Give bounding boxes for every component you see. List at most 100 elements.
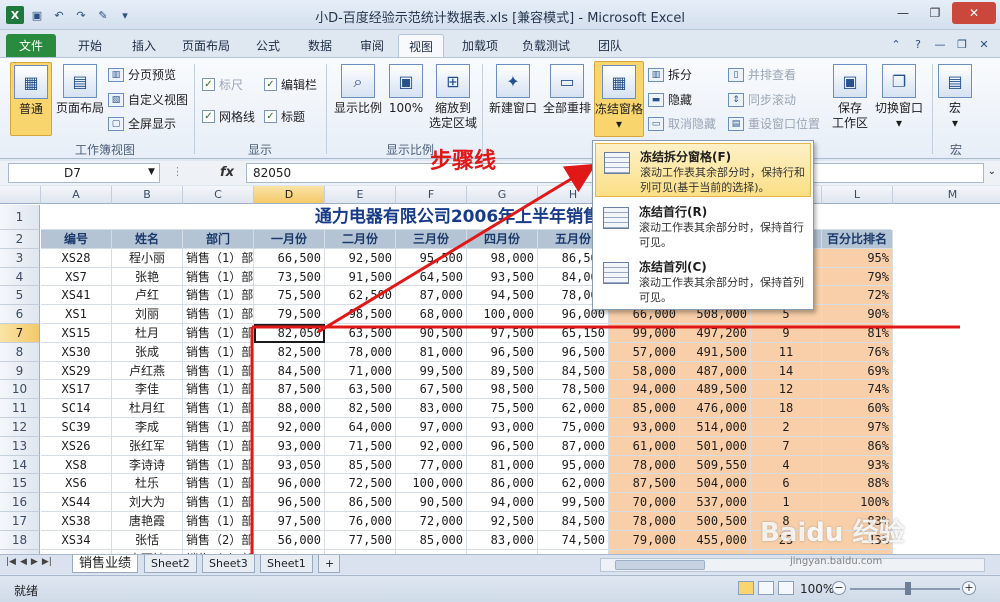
row-header-14[interactable]: 14 (0, 455, 40, 475)
next-sheet-icon[interactable]: ▶ (31, 557, 38, 567)
cell-i12[interactable]: 93,000 (609, 418, 680, 437)
cell-l16[interactable]: 100% (822, 493, 893, 512)
cell-a7[interactable]: XS15 (41, 324, 112, 343)
cell-l6[interactable]: 90% (822, 305, 893, 324)
cell-f12[interactable]: 97,000 (396, 418, 467, 437)
switch-windows-button[interactable]: ❐ 切换窗口 ▾ (872, 64, 926, 131)
cell-h7[interactable]: 65,150 (538, 324, 609, 343)
cell-g15[interactable]: 86,000 (467, 474, 538, 494)
cell-a10[interactable]: XS17 (41, 380, 112, 400)
cell-h13[interactable]: 87,000 (538, 436, 609, 456)
cell-g16[interactable]: 94,000 (467, 493, 538, 512)
cell-b16[interactable]: 刘大为 (112, 493, 183, 512)
cell-f18[interactable]: 85,000 (396, 530, 467, 550)
row-header-18[interactable]: 18 (0, 530, 40, 550)
tab-view[interactable]: 视图 (398, 34, 445, 58)
sheet-tab-sheet1[interactable]: Sheet1 (260, 555, 313, 573)
page-break-status-icon[interactable] (778, 581, 794, 595)
cell-d6[interactable]: 79,500 (254, 305, 325, 324)
cell-f8[interactable]: 81,000 (396, 342, 467, 362)
cell-b3[interactable]: 程小丽 (112, 248, 183, 268)
cell-l8[interactable]: 76% (822, 342, 893, 362)
cell-f9[interactable]: 99,500 (396, 361, 467, 381)
page-break-preview-button[interactable]: ▥ 分页预览 (108, 66, 176, 83)
tab-load-test[interactable]: 负载测试 (512, 34, 580, 58)
cell-l5[interactable]: 72% (822, 286, 893, 306)
cell-e16[interactable]: 86,500 (325, 493, 396, 512)
cell-c3[interactable]: 销售（1）部 (183, 248, 254, 268)
close-icon[interactable]: ✕ (952, 2, 996, 24)
worksheet-grid[interactable]: 通力电器有限公司2006年上半年销售业 ABCDEFGHIJKLM1234567… (0, 186, 1000, 554)
prev-sheet-icon[interactable]: ◀ (20, 557, 27, 567)
cell-l3[interactable]: 95% (822, 248, 893, 268)
cell-a17[interactable]: XS38 (41, 512, 112, 531)
cell-c4[interactable]: 销售（1）部 (183, 267, 254, 287)
insert-function-icon[interactable]: fx (220, 165, 234, 180)
cell-e2[interactable]: 二月份 (325, 230, 396, 249)
cell-c13[interactable]: 销售（1）部 (183, 436, 254, 456)
cell-j8[interactable]: 491,500 (680, 342, 751, 362)
cell-f16[interactable]: 90,500 (396, 493, 467, 512)
column-header-f[interactable]: F (396, 186, 467, 204)
name-box[interactable]: D7 (8, 163, 160, 183)
ruler-checkbox[interactable]: ✓ 标尺 (202, 76, 243, 93)
row-header-15[interactable]: 15 (0, 474, 40, 494)
cell-i8[interactable]: 57,000 (609, 342, 680, 362)
cell-b17[interactable]: 唐艳霞 (112, 512, 183, 531)
cell-c6[interactable]: 销售（1）部 (183, 305, 254, 324)
cell-j13[interactable]: 501,000 (680, 436, 751, 456)
cell-g9[interactable]: 89,500 (467, 361, 538, 381)
page-layout-view-button[interactable]: ▤ 页面布局 (56, 64, 104, 116)
cell-a5[interactable]: XS41 (41, 286, 112, 306)
restore-workbook-icon[interactable]: ❐ (954, 36, 970, 52)
cell-l11[interactable]: 60% (822, 399, 893, 418)
row-header-7[interactable]: 7 (0, 324, 40, 343)
cell-g3[interactable]: 98,000 (467, 248, 538, 268)
cell-k14[interactable]: 4 (751, 455, 822, 475)
maximize-icon[interactable]: ❐ (920, 2, 950, 24)
cell-j18[interactable]: 455,000 (680, 530, 751, 550)
collapse-ribbon-icon[interactable]: ⌃ (888, 36, 904, 52)
expand-formula-bar-icon[interactable]: ⌄ (988, 166, 996, 177)
zoom-slider-knob[interactable] (905, 582, 911, 595)
cell-d14[interactable]: 93,050 (254, 455, 325, 475)
cell-l9[interactable]: 69% (822, 361, 893, 381)
cell-f5[interactable]: 87,000 (396, 286, 467, 306)
tab-addins[interactable]: 加载项 (452, 34, 508, 58)
cell-e9[interactable]: 71,000 (325, 361, 396, 381)
cell-a12[interactable]: SC39 (41, 418, 112, 437)
cell-j9[interactable]: 487,000 (680, 361, 751, 381)
zoom-to-selection-button[interactable]: ⊞ 缩放到 选定区域 (428, 64, 478, 131)
cell-e11[interactable]: 82,500 (325, 399, 396, 418)
cell-d9[interactable]: 84,500 (254, 361, 325, 381)
row-header-17[interactable]: 17 (0, 512, 40, 531)
insert-sheet-icon[interactable]: + (318, 555, 340, 573)
cell-g5[interactable]: 94,500 (467, 286, 538, 306)
cell-c10[interactable]: 销售（1）部 (183, 380, 254, 400)
row-header-10[interactable]: 10 (0, 380, 40, 400)
cell-b2[interactable]: 姓名 (112, 230, 183, 249)
cell-e6[interactable]: 98,500 (325, 305, 396, 324)
cell-a16[interactable]: XS44 (41, 493, 112, 512)
cell-f10[interactable]: 67,500 (396, 380, 467, 400)
cell-c9[interactable]: 销售（1）部 (183, 361, 254, 381)
cell-a3[interactable]: XS28 (41, 248, 112, 268)
tab-team[interactable]: 团队 (588, 34, 632, 58)
cell-j15[interactable]: 504,000 (680, 474, 751, 494)
cell-e18[interactable]: 77,500 (325, 530, 396, 550)
tab-formulas[interactable]: 公式 (246, 34, 290, 58)
tab-data[interactable]: 数据 (298, 34, 342, 58)
split-button[interactable]: ▥ 拆分 (648, 66, 692, 83)
cell-k7[interactable]: 9 (751, 324, 822, 343)
cell-a8[interactable]: XS30 (41, 342, 112, 362)
close-workbook-icon[interactable]: ✕ (976, 36, 992, 52)
cell-l13[interactable]: 86% (822, 436, 893, 456)
normal-view-button[interactable]: ▦ 普通 (10, 62, 52, 136)
cell-i18[interactable]: 79,000 (609, 530, 680, 550)
cell-j10[interactable]: 489,500 (680, 380, 751, 400)
cell-k10[interactable]: 12 (751, 380, 822, 400)
cell-i15[interactable]: 87,500 (609, 474, 680, 494)
cell-j16[interactable]: 537,000 (680, 493, 751, 512)
cell-h17[interactable]: 84,500 (538, 512, 609, 531)
cell-d17[interactable]: 97,500 (254, 512, 325, 531)
